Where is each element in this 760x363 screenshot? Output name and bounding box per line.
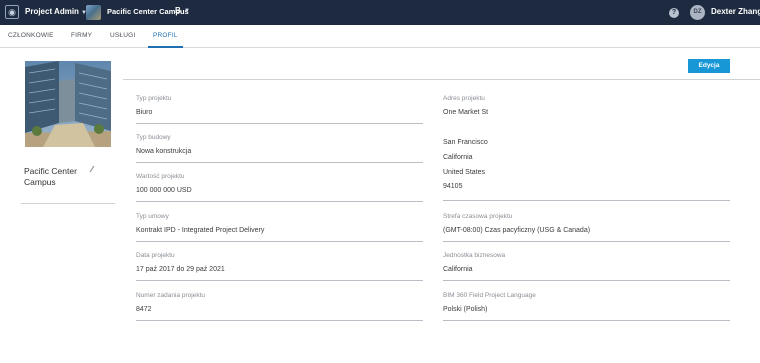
active-tab-indicator xyxy=(148,46,183,48)
address-city: San Francisco xyxy=(443,139,488,146)
field-label: Numer zadania projektu xyxy=(136,292,206,299)
edit-button[interactable]: Edycja xyxy=(688,59,730,73)
field-rule xyxy=(136,123,423,124)
field-value: 8472 xyxy=(136,306,152,313)
tab-services[interactable]: USŁUGI xyxy=(110,32,135,39)
field-business-unit: Jednostka biznesowa California xyxy=(443,252,730,281)
tab-companies[interactable]: FIRMY xyxy=(71,32,92,39)
field-value: Nowa konstrukcja xyxy=(136,148,192,155)
help-icon[interactable]: ? xyxy=(669,8,679,18)
field-timezone: Strefa czasowa projektu (GMT-08:00) Czas… xyxy=(443,213,730,242)
field-value: California xyxy=(443,266,473,273)
field-rule xyxy=(136,320,423,321)
field-label: Typ projektu xyxy=(136,95,172,102)
field-label: Data projektu xyxy=(136,252,175,259)
address-street: One Market St xyxy=(443,109,489,116)
tab-bar: CZŁONKOWIE FIRMY USŁUGI PROFIL xyxy=(0,25,760,48)
field-rule xyxy=(443,241,730,242)
address-country: United States xyxy=(443,169,486,176)
field-rule xyxy=(443,200,730,201)
user-menu[interactable]: Dexter Zhang▼ xyxy=(711,7,760,16)
field-project-dates: Data projektu 17 paź 2017 do 29 paź 2021 xyxy=(136,252,423,281)
field-rule xyxy=(136,280,423,281)
field-value: 17 paź 2017 do 29 paź 2021 xyxy=(136,266,225,273)
field-label: BIM 360 Field Project Language xyxy=(443,292,536,299)
divider xyxy=(123,79,760,80)
field-value: Kontrakt IPD - Integrated Project Delive… xyxy=(136,227,265,234)
address-state: California xyxy=(443,154,473,161)
field-project-value: Wartość projektu 100 000 000 USD xyxy=(136,173,423,202)
field-construction-type: Typ budowy Nowa konstrukcja xyxy=(136,134,423,163)
app-name-label: Project Admin xyxy=(25,7,79,16)
field-project-type: Typ projektu Biuro xyxy=(136,95,423,124)
divider xyxy=(21,203,115,204)
field-label: Wartość projektu xyxy=(136,173,185,180)
field-value: (GMT-08:00) Czas pacyficzny (USG & Canad… xyxy=(443,227,591,234)
top-bar: ◉ Project Admin ▼ Pacific Center Campus B… xyxy=(0,0,760,25)
pencil-icon[interactable] xyxy=(89,165,95,173)
field-rule xyxy=(443,320,730,321)
field-label: Strefa czasowa projektu xyxy=(443,213,513,220)
project-badge-icon: B xyxy=(175,6,181,15)
field-field-language: BIM 360 Field Project Language Polski (P… xyxy=(443,292,730,321)
field-job-number: Numer zadania projektu 8472 xyxy=(136,292,423,321)
avatar[interactable]: DZ xyxy=(690,5,705,20)
field-label: Typ budowy xyxy=(136,134,171,141)
field-label: Jednostka biznesowa xyxy=(443,252,506,259)
field-value: Polski (Polish) xyxy=(443,306,488,313)
user-name: Dexter Zhang xyxy=(711,7,760,16)
field-rule xyxy=(443,280,730,281)
project-title: Pacific Center Campus xyxy=(24,166,77,187)
field-label: Adres projektu xyxy=(443,95,485,102)
tab-members[interactable]: CZŁONKOWIE xyxy=(8,32,54,39)
field-rule xyxy=(136,201,423,202)
address-zip: 94105 xyxy=(443,183,463,190)
field-value: 100 000 000 USD xyxy=(136,187,192,194)
field-rule xyxy=(136,162,423,163)
chevron-down-icon[interactable]: ▼ xyxy=(184,8,190,14)
hub-icon[interactable]: ◉ xyxy=(5,5,19,19)
field-project-address: Adres projektu One Market St San Francis… xyxy=(443,95,730,202)
field-label: Typ umowy xyxy=(136,213,169,220)
field-contract-type: Typ umowy Kontrakt IPD - Integrated Proj… xyxy=(136,213,423,242)
app-switcher[interactable]: Project Admin ▼ xyxy=(25,7,87,16)
project-thumbnail[interactable] xyxy=(86,5,101,20)
project-photo xyxy=(25,61,111,147)
field-value: Biuro xyxy=(136,109,153,116)
field-rule xyxy=(136,241,423,242)
tab-profile[interactable]: PROFIL xyxy=(153,32,178,39)
